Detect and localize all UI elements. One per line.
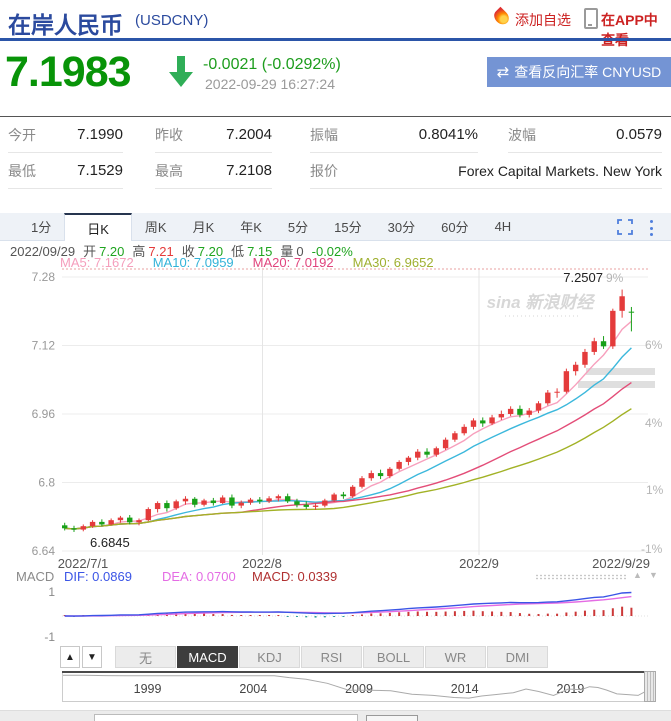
indicator-tab-BOLL[interactable]: BOLL bbox=[363, 646, 424, 668]
page-header: 在岸人民币 (USDCNY) 添加自选 在APP中查看 bbox=[0, 0, 671, 48]
stats-table: 今开 7.1990 昨收 7.2004 振幅 0.8041% 波幅 0.0579… bbox=[0, 117, 671, 189]
macd-dif-value: DIF: 0.0869 bbox=[64, 569, 132, 584]
stat-open: 今开 7.1990 bbox=[8, 117, 123, 153]
period-tab-1分[interactable]: 1分 bbox=[18, 213, 64, 240]
scroll-grip[interactable] bbox=[535, 574, 627, 580]
macd-dea-value: DEA: 0.0700 bbox=[162, 569, 236, 584]
svg-text:2004: 2004 bbox=[239, 682, 267, 696]
down-arrow-icon bbox=[168, 56, 194, 93]
period-tab-年K[interactable]: 年K bbox=[227, 213, 275, 240]
macd-macd-value: MACD: 0.0339 bbox=[252, 569, 338, 584]
svg-text:7.28: 7.28 bbox=[32, 270, 56, 284]
period-tab-4H[interactable]: 4H bbox=[482, 213, 525, 240]
period-tab-30分[interactable]: 30分 bbox=[375, 213, 428, 240]
footer-bar bbox=[0, 710, 671, 721]
stat-low: 最低 7.1529 bbox=[8, 153, 123, 189]
svg-text:9%: 9% bbox=[606, 271, 624, 285]
period-tab-日K[interactable]: 日K bbox=[64, 213, 132, 241]
symbol-code: (USDCNY) bbox=[135, 12, 209, 29]
svg-text:1: 1 bbox=[48, 585, 55, 599]
svg-text:7.12: 7.12 bbox=[32, 339, 56, 353]
usdcny-quote-page: 在岸人民币 (USDCNY) 添加自选 在APP中查看 7.1983 -0.00… bbox=[0, 0, 671, 721]
reverse-rate-label: 查看反向汇率 CNYUSD bbox=[514, 64, 662, 80]
flame-icon bbox=[491, 6, 512, 28]
period-tab-60分[interactable]: 60分 bbox=[428, 213, 481, 240]
svg-text:2009: 2009 bbox=[345, 682, 373, 696]
stat-high: 最高 7.2108 bbox=[155, 153, 272, 189]
stat-quote-source: 报价 Forex Capital Markets. New York bbox=[310, 153, 662, 189]
svg-text:-1%: -1% bbox=[641, 542, 663, 556]
indicator-up-button[interactable]: ▲ bbox=[60, 646, 80, 668]
macd-panel-label: MACD bbox=[16, 569, 55, 584]
phone-icon bbox=[584, 8, 598, 29]
indicator-tab-无[interactable]: 无 bbox=[115, 646, 176, 668]
stat-range: 波幅 0.0579 bbox=[508, 117, 662, 153]
period-tab-月K[interactable]: 月K bbox=[180, 213, 228, 240]
quote-timestamp: 2022-09-29 16:27:24 bbox=[205, 76, 335, 92]
header-divider bbox=[0, 38, 671, 41]
indicator-tab-KDJ[interactable]: KDJ bbox=[239, 646, 300, 668]
history-navigator[interactable]: 1999 2004 2009 2014 2019 bbox=[62, 671, 656, 702]
svg-text:6.6845: 6.6845 bbox=[90, 535, 130, 550]
period-tabs: 1分 日K 周K 月K 年K 5分 15分 30分 60分 4H bbox=[0, 213, 671, 241]
svg-text:1%: 1% bbox=[646, 483, 664, 497]
current-price: 7.1983 bbox=[5, 48, 132, 96]
svg-text:-1: -1 bbox=[44, 630, 55, 644]
period-tab-5分[interactable]: 5分 bbox=[275, 213, 321, 240]
stats-row-2: 最低 7.1529 最高 7.2108 报价 Forex Capital Mar… bbox=[0, 153, 671, 189]
macd-chart: 1 -1 bbox=[0, 584, 671, 645]
svg-text:4%: 4% bbox=[645, 416, 663, 430]
view-in-app-link[interactable]: 在APP中查看 bbox=[601, 10, 671, 50]
candlestick-chart[interactable]: 7.28 7.12 6.96 6.8 6.64 9% 6% 4% 1% -1% sina 新浪财经 7… bbox=[0, 268, 671, 572]
scroll-down-icon[interactable]: ▼ bbox=[649, 570, 658, 580]
period-tab-15分[interactable]: 15分 bbox=[321, 213, 374, 240]
svg-text:6.96: 6.96 bbox=[32, 407, 56, 421]
indicator-down-button[interactable]: ▼ bbox=[82, 646, 102, 668]
scroll-up-icon[interactable]: ▲ bbox=[633, 570, 642, 580]
stats-row-1: 今开 7.1990 昨收 7.2004 振幅 0.8041% 波幅 0.0579 bbox=[0, 117, 671, 153]
svg-text:6.8: 6.8 bbox=[38, 476, 55, 490]
indicator-tab-RSI[interactable]: RSI bbox=[301, 646, 362, 668]
period-tab-周K[interactable]: 周K bbox=[132, 213, 180, 240]
svg-text:6.64: 6.64 bbox=[32, 544, 56, 558]
svg-text:2014: 2014 bbox=[451, 682, 479, 696]
swap-icon: ⇄ bbox=[496, 64, 510, 81]
indicator-tab-MACD[interactable]: MACD bbox=[177, 646, 238, 668]
stat-prev-close: 昨收 7.2004 bbox=[155, 117, 272, 153]
svg-text:1999: 1999 bbox=[134, 682, 162, 696]
svg-text:7.2507: 7.2507 bbox=[563, 270, 603, 285]
reverse-rate-button[interactable]: ⇄ 查看反向汇率 CNYUSD bbox=[487, 57, 671, 87]
indicator-row: ▲ ▼ 无 MACD KDJ RSI BOLL WR DMI bbox=[0, 646, 671, 670]
stat-amplitude: 振幅 0.8041% bbox=[310, 117, 478, 153]
indicator-tab-DMI[interactable]: DMI bbox=[487, 646, 548, 668]
sina-watermark: sina 新浪财经 bbox=[487, 293, 596, 312]
page-title: 在岸人民币 bbox=[8, 12, 123, 38]
footer-search-input[interactable] bbox=[94, 714, 358, 721]
add-watchlist-link[interactable]: 添加自选 bbox=[515, 10, 571, 30]
fullscreen-button[interactable] bbox=[617, 219, 633, 240]
navigator-chart: 1999 2004 2009 2014 2019 bbox=[62, 671, 656, 707]
svg-text:6%: 6% bbox=[645, 338, 663, 352]
indicator-tab-WR[interactable]: WR bbox=[425, 646, 486, 668]
navigator-scrollbar-handle[interactable] bbox=[644, 671, 656, 702]
indicator-tabs: 无 MACD KDJ RSI BOLL WR DMI bbox=[115, 646, 549, 668]
footer-search-button[interactable] bbox=[366, 715, 418, 721]
price-change: -0.0021 (-0.0292%) bbox=[203, 56, 341, 73]
macd-info-bar: MACD DIF: 0.0869 DEA: 0.0700 MACD: 0.033… bbox=[0, 569, 671, 584]
more-menu-button[interactable] bbox=[646, 220, 656, 236]
